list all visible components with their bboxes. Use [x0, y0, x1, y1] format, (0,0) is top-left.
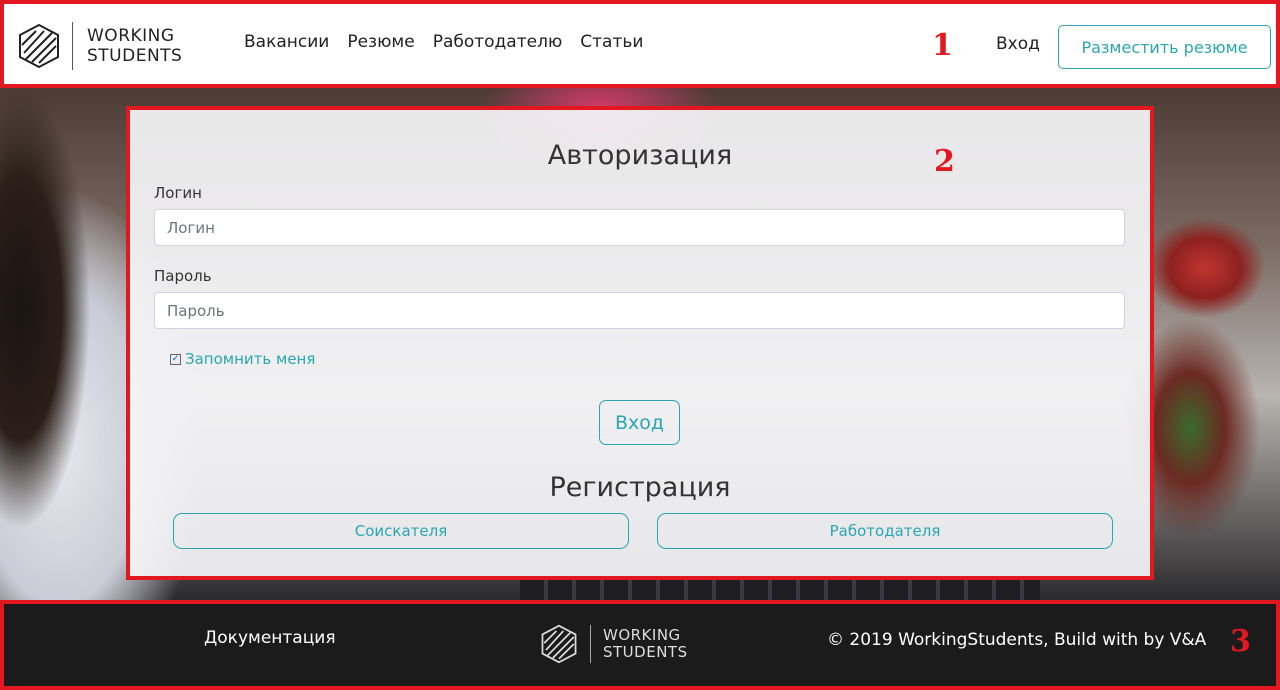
header-login-link[interactable]: Вход [996, 34, 1040, 54]
logo[interactable]: WORKING STUDENTS [18, 22, 182, 70]
nav-resumes[interactable]: Резюме [347, 32, 414, 52]
nav-articles[interactable]: Статьи [580, 32, 643, 52]
password-input[interactable] [154, 292, 1125, 329]
login-label: Логин [154, 184, 202, 202]
login-input[interactable] [154, 209, 1125, 246]
nav-employer[interactable]: Работодателю [433, 32, 563, 52]
footer-logo-mark-icon [541, 624, 577, 664]
remember-me[interactable]: ✓ Запомнить меня [170, 350, 315, 368]
main-nav: Вакансии Резюме Работодателю Статьи [244, 32, 643, 52]
logo-line-2: STUDENTS [87, 46, 183, 66]
footer-logo[interactable]: WORKING STUDENTS [540, 624, 688, 664]
logo-text: WORKING STUDENTS [87, 26, 182, 66]
register-title: Регистрация [549, 472, 731, 503]
auth-title: Авторизация [547, 140, 733, 171]
nav-vacancies[interactable]: Вакансии [244, 32, 329, 52]
register-employer-button[interactable]: Работодателя [657, 513, 1113, 549]
password-label: Пароль [154, 267, 212, 285]
remember-checkbox[interactable]: ✓ [170, 353, 181, 365]
remember-label: Запомнить меня [185, 350, 316, 368]
post-resume-button[interactable]: Разместить резюме [1058, 25, 1271, 69]
copyright-text: © 2019 WorkingStudents, Build with by V&… [827, 630, 1207, 650]
footer-logo-line-2: STUDENTS [603, 643, 688, 661]
login-button[interactable]: Вход [599, 400, 680, 445]
footer-logo-line-1: WORKING [603, 626, 681, 644]
annotation-number-1: 1 [932, 28, 953, 63]
auth-panel: 2 Авторизация Логин Пароль ✓ Запомнить м… [126, 106, 1154, 580]
footer: Документация WORKING STUDENTS © 2019 Wor… [0, 600, 1280, 690]
register-applicant-button[interactable]: Соискателя [173, 513, 629, 549]
footer-logo-divider [590, 625, 591, 663]
logo-line-1: WORKING [87, 26, 175, 46]
logo-divider [72, 22, 73, 70]
documentation-link[interactable]: Документация [204, 628, 336, 648]
header: WORKING STUDENTS Вакансии Резюме Работод… [0, 0, 1280, 88]
annotation-number-3: 3 [1230, 624, 1251, 659]
footer-logo-text: WORKING STUDENTS [603, 627, 688, 661]
logo-mark-icon [19, 23, 59, 69]
